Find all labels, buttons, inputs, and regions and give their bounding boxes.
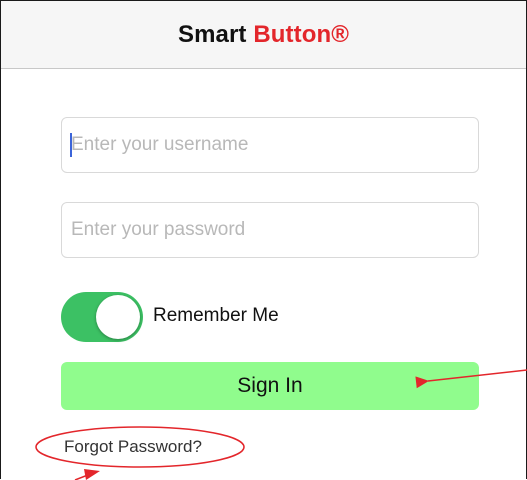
toggle-knob — [96, 295, 140, 339]
username-input[interactable] — [61, 117, 479, 173]
password-input[interactable] — [61, 202, 479, 258]
app-title: Smart Button® — [178, 21, 349, 49]
header-bar: Smart Button® — [1, 1, 526, 69]
remember-me-toggle[interactable] — [61, 292, 143, 342]
text-caret — [70, 133, 72, 157]
remember-me-label: Remember Me — [153, 305, 279, 326]
sign-in-button[interactable]: Sign In — [61, 362, 479, 410]
app-title-part2: Button® — [253, 20, 349, 48]
forgot-password-link[interactable]: Forgot Password? — [64, 437, 202, 457]
app-title-part1: Smart — [178, 20, 247, 48]
